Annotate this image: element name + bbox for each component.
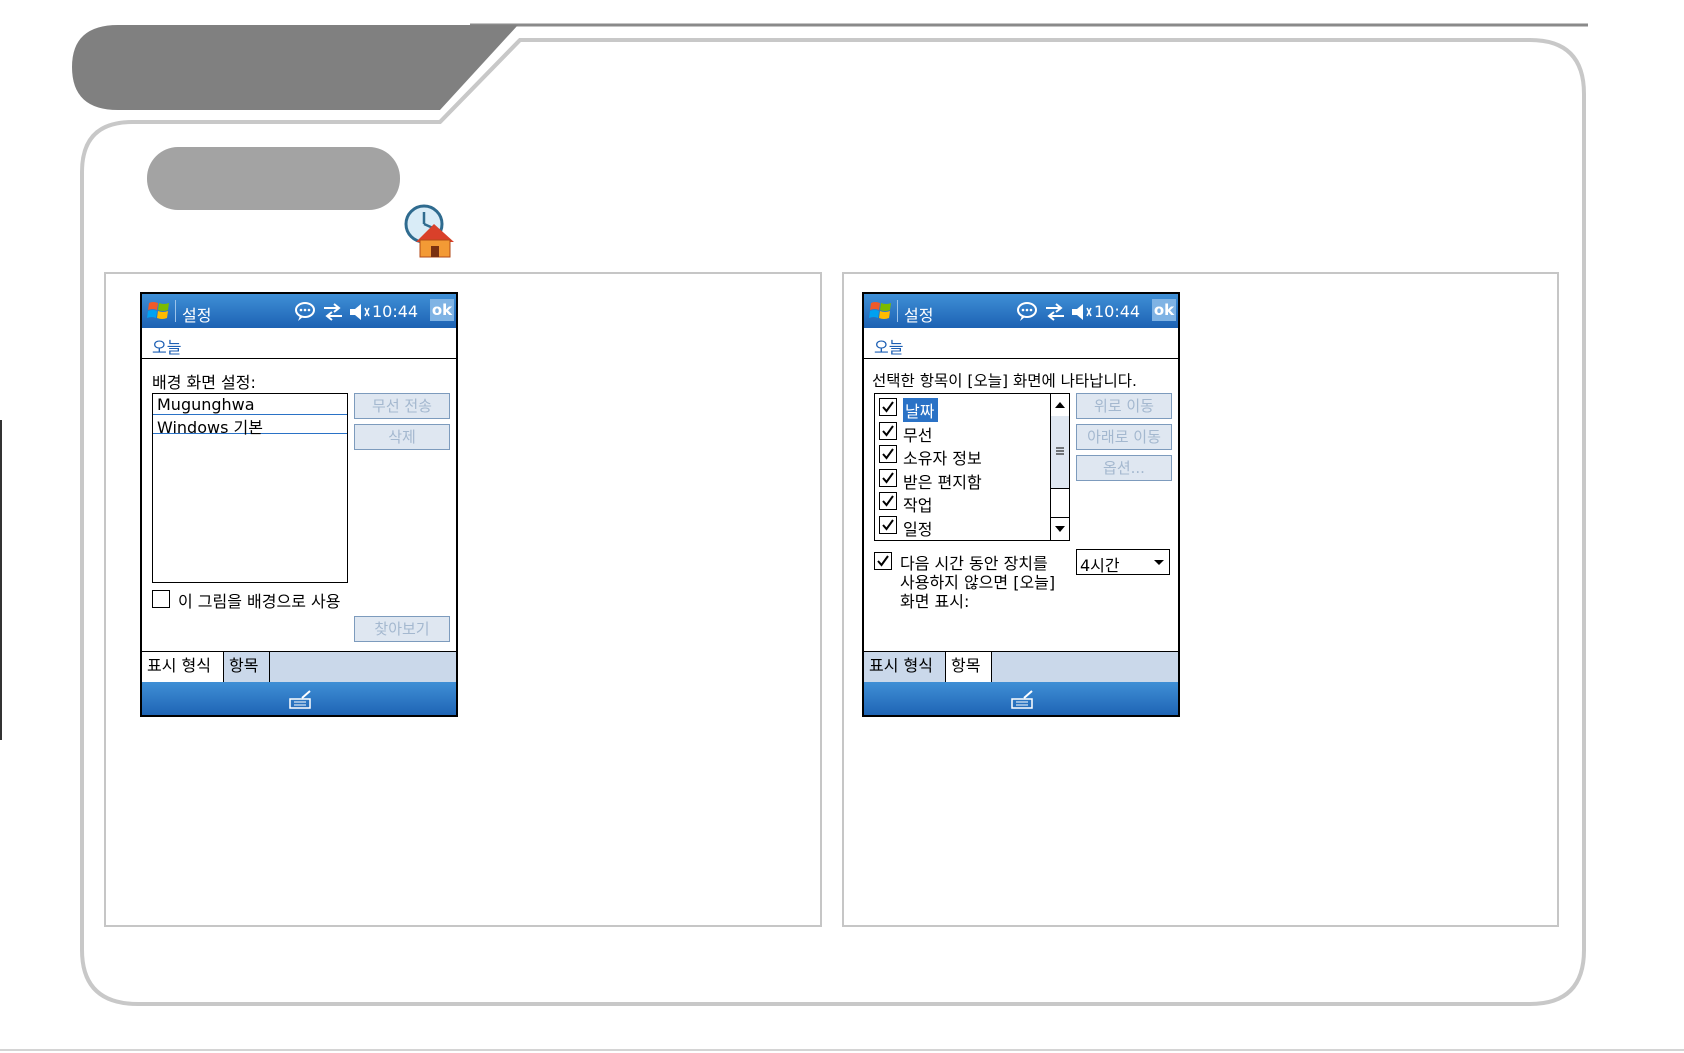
item-label: 작업: [903, 496, 933, 515]
title-separator: [897, 300, 898, 322]
input-panel-icon[interactable]: [1010, 690, 1036, 714]
chevron-down-icon: [1153, 552, 1165, 576]
item-label: 소유자 정보: [903, 449, 982, 468]
instruction-text: 선택한 항목이 [오늘] 화면에 나타납니다.: [872, 372, 1137, 390]
menu-bar: [864, 682, 1178, 715]
menu-bar: [142, 682, 456, 715]
item-checkbox[interactable]: [879, 468, 897, 487]
scroll-thumb[interactable]: [1051, 416, 1069, 489]
background-label: 배경 화면 설정:: [152, 373, 256, 392]
move-up-button[interactable]: 위로 이동: [1076, 393, 1172, 419]
browse-button[interactable]: 찾아보기: [354, 616, 450, 642]
timeout-label-line3: 화면 표시:: [900, 592, 970, 611]
options-button[interactable]: 옵션...: [1076, 455, 1172, 481]
item-checkbox[interactable]: [879, 445, 897, 463]
input-panel-icon[interactable]: [288, 690, 314, 714]
delete-button[interactable]: 삭제: [354, 424, 450, 450]
app-title: 설정: [904, 306, 934, 325]
app-title: 설정: [182, 306, 212, 325]
clock-time[interactable]: 10:44: [1094, 302, 1140, 321]
theme-item-windows-default[interactable]: Windows 기본: [157, 414, 263, 438]
volume-icon[interactable]: [1070, 302, 1094, 326]
use-picture-checkbox[interactable]: [152, 590, 170, 608]
move-down-button[interactable]: 아래로 이동: [1076, 424, 1172, 450]
ok-button[interactable]: ok: [1152, 299, 1176, 321]
item-label: 일정: [903, 519, 933, 539]
item-checkbox[interactable]: [879, 421, 897, 440]
page-heading: 오늘: [152, 338, 182, 357]
ok-button[interactable]: ok: [430, 299, 454, 321]
tab-bar: 표시 형식 항목: [142, 651, 456, 682]
tab-appearance[interactable]: 표시 형식: [142, 652, 224, 682]
item-checkbox[interactable]: [879, 492, 897, 510]
beam-button[interactable]: 무선 전송: [354, 393, 450, 419]
today-items-list[interactable]: 날짜무선소유자 정보받은 편지함작업일정: [874, 393, 1070, 541]
item-checkbox[interactable]: [879, 398, 897, 416]
notification-icon[interactable]: [294, 302, 318, 326]
scroll-up-arrow-icon[interactable]: [1051, 394, 1069, 417]
title-separator: [175, 300, 176, 322]
windows-start-icon[interactable]: [869, 299, 893, 323]
item-label: 받은 편지함: [903, 472, 982, 492]
heading-divider: [142, 358, 456, 359]
today-settings-icon: [400, 200, 460, 260]
notification-icon[interactable]: [1016, 302, 1040, 326]
tab-items[interactable]: 항목: [224, 652, 270, 682]
timeout-checkbox[interactable]: [874, 552, 892, 570]
volume-icon[interactable]: [348, 302, 372, 326]
connectivity-icon[interactable]: [322, 302, 344, 326]
windows-start-icon[interactable]: [147, 299, 171, 323]
timeout-value: 4시간: [1080, 556, 1120, 575]
title-bar: 설정 10:44 ok: [142, 294, 456, 328]
theme-item-mugunghwa[interactable]: Mugunghwa: [157, 395, 255, 414]
tab-appearance[interactable]: 표시 형식: [864, 652, 946, 682]
right-pda-screen: 설정 10:44 ok 오늘 선택한 항목이 [오늘] 화면에 나타납니다. 날…: [862, 292, 1180, 717]
theme-listbox[interactable]: Mugunghwa Windows 기본: [152, 393, 348, 583]
scroll-down-arrow-icon[interactable]: [1051, 517, 1069, 540]
tab-bar: 표시 형식 항목: [864, 651, 1178, 682]
item-label: 날짜: [903, 398, 939, 422]
timeout-dropdown[interactable]: 4시간: [1076, 549, 1170, 575]
item-label: 무선: [903, 425, 933, 445]
connectivity-icon[interactable]: [1044, 302, 1066, 326]
heading-divider: [864, 358, 1178, 359]
title-bar: 설정 10:44 ok: [864, 294, 1178, 328]
page-heading: 오늘: [874, 338, 904, 357]
left-pda-screen: 설정 10:44 ok 오늘 배경 화면 설정: Mugunghwa Windo…: [140, 292, 458, 717]
clock-time[interactable]: 10:44: [372, 302, 418, 321]
list-scrollbar[interactable]: [1050, 394, 1069, 540]
item-checkbox[interactable]: [879, 515, 897, 534]
tab-items[interactable]: 항목: [946, 652, 992, 682]
use-picture-label: 이 그림을 배경으로 사용: [178, 592, 341, 611]
